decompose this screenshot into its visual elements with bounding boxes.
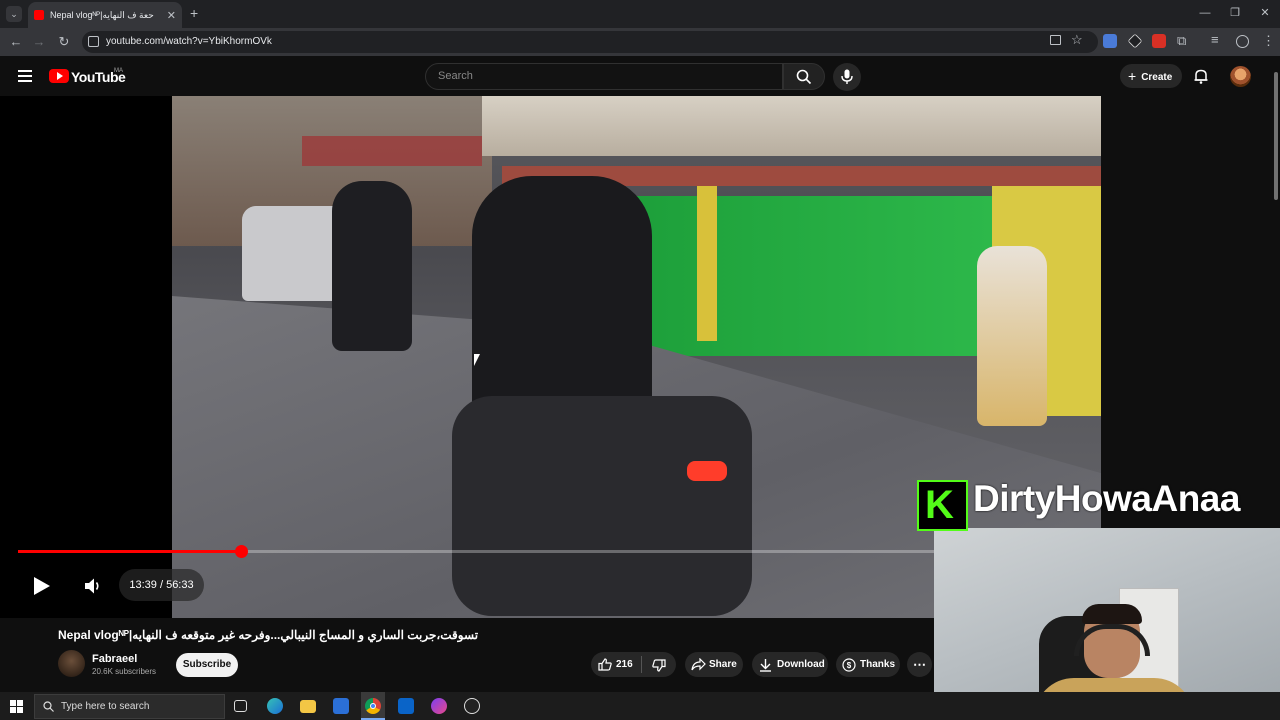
time-display: 13:39 / 56:33 xyxy=(119,569,204,601)
reload-button[interactable]: ↻ xyxy=(55,33,73,51)
taskbar-search-placeholder: Type here to search xyxy=(61,701,150,712)
outlook-icon[interactable] xyxy=(398,698,414,714)
file-explorer-icon[interactable] xyxy=(300,700,316,713)
play-icon[interactable] xyxy=(33,576,51,596)
thanks-label: Thanks xyxy=(860,659,896,670)
tab-title: Nepal vlogᴺᴾ|حعة ف النهايه xyxy=(50,9,154,20)
svg-text:$: $ xyxy=(847,661,852,670)
video-scene-yellow-pillar xyxy=(697,186,717,341)
video-scene-woman xyxy=(977,246,1047,426)
video-scene-green-shutters xyxy=(632,196,992,356)
share-button[interactable]: Share xyxy=(685,652,743,677)
notifications-bell-icon[interactable] xyxy=(1193,68,1209,84)
red-extension-icon[interactable] xyxy=(1152,34,1166,48)
youtube-favicon-icon xyxy=(34,10,44,20)
kick-logo-icon: K xyxy=(917,480,968,531)
thumbs-up-icon xyxy=(598,658,612,671)
scrollbar-thumb[interactable] xyxy=(1274,72,1278,200)
like-divider xyxy=(641,656,642,673)
microphone-icon xyxy=(841,69,853,84)
video-title: Nepal vlogᴺᴾ|تسوقت،جربت الساري و المساج … xyxy=(58,628,479,642)
youtube-logo-icon[interactable] xyxy=(49,69,69,83)
voice-search-button[interactable] xyxy=(833,63,861,91)
mouse-cursor-icon xyxy=(474,354,480,366)
chrome-icon-center xyxy=(370,703,376,709)
more-actions-button[interactable]: ⋯ xyxy=(907,652,932,677)
windows-start-icon[interactable] xyxy=(10,700,23,713)
bookmark-star-icon[interactable]: ☆ xyxy=(1071,32,1083,48)
webcam-person-hair xyxy=(1082,604,1142,624)
reading-list-icon[interactable]: ≡ xyxy=(1211,32,1219,47)
profile-icon[interactable] xyxy=(1236,35,1249,48)
install-app-icon[interactable] xyxy=(1050,35,1061,45)
share-label: Share xyxy=(709,659,737,670)
task-view-icon[interactable] xyxy=(234,700,247,712)
url-text: youtube.com/watch?v=YbiKhormOVk xyxy=(106,36,272,47)
channel-avatar[interactable] xyxy=(58,650,85,677)
subscriber-count: 20.6K subscribers xyxy=(92,667,157,676)
subscribe-button[interactable]: Subscribe xyxy=(176,653,238,677)
create-button[interactable]: + Create xyxy=(1120,64,1182,88)
tab-list-button[interactable]: ⌄ xyxy=(6,6,22,22)
share-icon xyxy=(691,658,706,671)
forward-button[interactable]: → xyxy=(30,33,48,51)
browser-menu-icon[interactable]: ⋮ xyxy=(1262,33,1275,49)
search-icon xyxy=(43,701,54,712)
video-scene-building-right xyxy=(482,96,1101,156)
edge-icon[interactable] xyxy=(267,698,283,714)
region-code: MA xyxy=(114,68,123,74)
thanks-button[interactable]: $ Thanks xyxy=(836,652,900,677)
like-dislike-group: 216 xyxy=(591,652,676,677)
back-button[interactable]: ← xyxy=(7,33,25,51)
translate-extension-icon[interactable] xyxy=(1103,34,1117,48)
new-tab-button[interactable]: + xyxy=(190,5,204,21)
seek-bar-played xyxy=(18,550,241,553)
download-icon xyxy=(760,659,771,672)
microsoft-store-icon[interactable] xyxy=(333,698,349,714)
video-scene-taillight xyxy=(687,461,727,481)
thumbs-down-icon xyxy=(652,659,666,672)
account-avatar[interactable] xyxy=(1230,66,1251,87)
messenger-icon[interactable] xyxy=(431,698,447,714)
maximize-window-button[interactable]: ❐ xyxy=(1220,4,1250,22)
kick-logo-letter: K xyxy=(925,483,954,527)
video-scene-rider-back xyxy=(332,181,412,351)
like-button[interactable]: 216 xyxy=(591,652,641,677)
video-scene-scooter xyxy=(452,396,752,616)
minimize-window-button[interactable]: — xyxy=(1190,4,1220,22)
close-tab-icon[interactable]: ✕ xyxy=(167,9,176,22)
obs-icon[interactable] xyxy=(464,698,480,714)
thanks-icon: $ xyxy=(842,658,856,672)
channel-name[interactable]: Fabraeel xyxy=(92,653,137,665)
download-button[interactable]: Download xyxy=(752,652,828,677)
close-window-button[interactable]: ✕ xyxy=(1250,4,1280,22)
video-scene-shop-sign xyxy=(302,136,482,166)
dislike-button[interactable] xyxy=(642,652,676,677)
like-count: 216 xyxy=(616,659,633,670)
download-label: Download xyxy=(777,659,825,670)
seek-bar-scrubber[interactable] xyxy=(235,545,248,558)
taskbar-search-input[interactable]: Type here to search xyxy=(34,694,225,719)
browser-tab[interactable]: Nepal vlogᴺᴾ|حعة ف النهايه ✕ xyxy=(28,2,182,28)
site-info-icon[interactable] xyxy=(88,36,99,47)
search-icon xyxy=(796,69,812,85)
extensions-puzzle-icon[interactable]: ⧉ xyxy=(1177,33,1186,49)
streamer-name: DirtyHowaAnaa xyxy=(973,478,1240,519)
create-label: Create xyxy=(1141,72,1173,83)
search-button[interactable] xyxy=(783,63,825,90)
volume-icon[interactable] xyxy=(84,577,102,595)
search-input[interactable]: Search xyxy=(425,63,783,90)
plus-icon: + xyxy=(1128,68,1137,84)
hamburger-menu-icon[interactable] xyxy=(18,70,32,82)
